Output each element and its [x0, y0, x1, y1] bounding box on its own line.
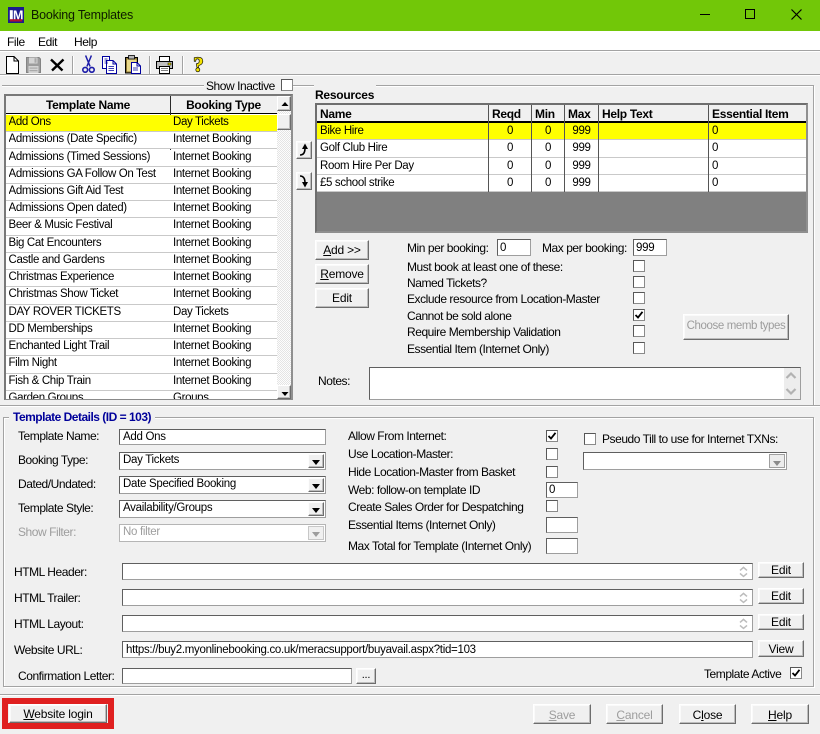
- svg-text:?: ?: [193, 54, 204, 75]
